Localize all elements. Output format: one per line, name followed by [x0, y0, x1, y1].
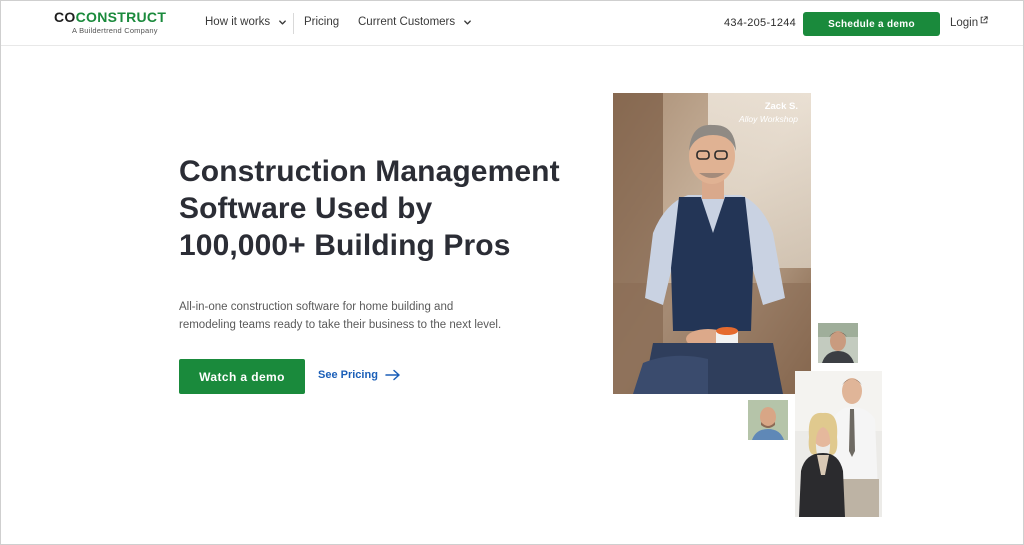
nav-pricing[interactable]: Pricing [304, 16, 339, 28]
phone-number-link[interactable]: 434-205-1244 [724, 17, 796, 29]
login-label: Login [950, 17, 979, 29]
coconstruct-logo[interactable]: COCONSTRUCT A Buildertrend Company [54, 10, 166, 36]
chevron-down-icon [279, 19, 287, 25]
customer-portrait-image [748, 400, 788, 440]
logo-construct-text: CONSTRUCT [75, 9, 167, 25]
schedule-demo-button[interactable]: Schedule a demo [803, 12, 940, 36]
testimonial-name: Zack S. [764, 101, 798, 112]
customer-portrait-image [795, 371, 882, 517]
logo-wordmark: COCONSTRUCT [54, 10, 166, 25]
see-pricing-label: See Pricing [318, 369, 378, 381]
watch-demo-button[interactable]: Watch a demo [179, 359, 305, 394]
hero-title-line-1: Construction Management [179, 155, 560, 188]
nav-how-it-works[interactable]: How it works [205, 16, 287, 28]
customer-thumbnail-2 [748, 400, 788, 440]
nav-current-customers-label: Current Customers [358, 16, 456, 28]
hero-title: Construction Management Software Used by… [179, 153, 599, 264]
nav-how-it-works-label: How it works [205, 16, 271, 28]
nav-divider [293, 13, 294, 34]
chevron-down-icon [464, 19, 472, 25]
logo-co-text: CO [54, 9, 76, 25]
login-link[interactable]: Login [950, 16, 988, 29]
see-pricing-link[interactable]: See Pricing [318, 369, 401, 381]
customer-portrait-image [613, 93, 811, 394]
arrow-right-icon [385, 369, 400, 381]
testimonial-company: Alloy Workshop [738, 114, 798, 124]
customer-thumbnail-1 [818, 323, 858, 363]
hero-subtitle-line-1: All-in-one construction software for hom… [179, 301, 454, 313]
hero-subtitle-line-2: remodeling teams ready to take their bus… [179, 319, 502, 331]
hero-subtitle: All-in-one construction software for hom… [179, 298, 519, 334]
nav-current-customers[interactable]: Current Customers [358, 16, 472, 28]
hero-title-line-3: 100,000+ Building Pros [179, 229, 511, 262]
hero-title-line-2: Software Used by [179, 192, 433, 225]
customer-portrait-image [818, 323, 858, 363]
site-header: COCONSTRUCT A Buildertrend Company How i… [1, 1, 1023, 46]
logo-tagline: A Buildertrend Company [72, 26, 158, 35]
customer-couple-photo [795, 371, 882, 517]
nav-pricing-label: Pricing [304, 16, 340, 28]
external-link-icon [980, 16, 988, 24]
testimonial-photo: Zack S. Alloy Workshop [613, 93, 811, 394]
